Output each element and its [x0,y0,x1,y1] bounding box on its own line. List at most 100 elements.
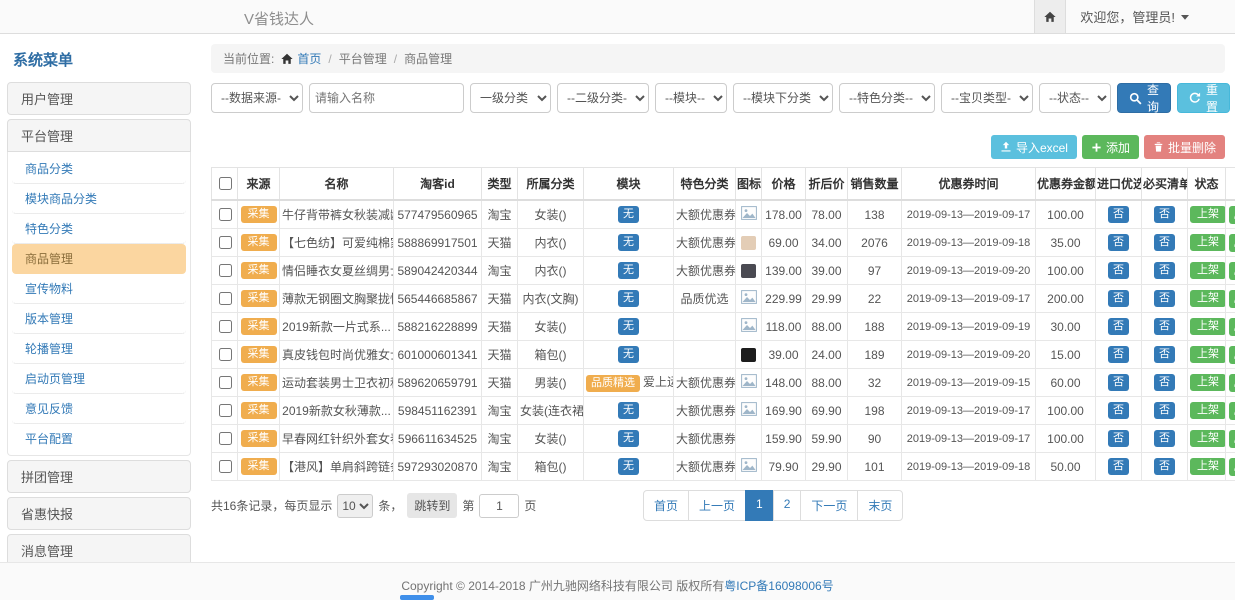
must-buy-toggle-badge[interactable]: 否 [1154,374,1175,391]
first-page-button[interactable]: 首页 [643,490,689,521]
status-badge[interactable]: 上架 [1190,318,1226,335]
must-buy-toggle-badge[interactable]: 否 [1154,262,1175,279]
source-badge: 采集 [241,206,277,223]
import-toggle-badge[interactable]: 否 [1108,234,1129,251]
sidebar-item[interactable]: 特色分类 [12,214,186,244]
must-buy-toggle-badge[interactable]: 否 [1154,234,1175,251]
user-menu[interactable]: 欢迎您，管理员! [1080,7,1189,26]
reset-button[interactable]: 重置 [1177,83,1230,113]
jump-suffix: 页 [524,497,536,514]
import-toggle-badge[interactable]: 否 [1108,374,1129,391]
edit-button[interactable] [1229,262,1235,280]
edit-button[interactable] [1229,206,1235,224]
must-buy-toggle-badge[interactable]: 否 [1154,430,1175,447]
row-checkbox[interactable] [219,376,232,389]
edit-button[interactable] [1229,430,1235,448]
status-badge[interactable]: 上架 [1190,234,1226,251]
must-buy-toggle-badge[interactable]: 否 [1154,402,1175,419]
filter-select[interactable]: 一级分类 [470,83,551,113]
edit-button[interactable] [1229,234,1235,252]
row-checkbox[interactable] [219,404,232,417]
row-checkbox[interactable] [219,432,232,445]
sidebar-item[interactable]: 模块商品分类 [12,184,186,214]
must-buy-toggle-badge[interactable]: 否 [1154,318,1175,335]
sidebar-item[interactable]: 轮播管理 [12,334,186,364]
status-badge[interactable]: 上架 [1190,402,1226,419]
filter-select[interactable]: --二级分类-- [557,83,649,113]
filter-select[interactable]: --状态-- [1039,83,1111,113]
sidebar-group-header[interactable]: 平台管理 [7,119,191,152]
last-page-button[interactable]: 末页 [857,490,903,521]
status-badge[interactable]: 上架 [1190,458,1226,475]
filter-select[interactable]: --宝贝类型-- [941,83,1033,113]
sidebar-item[interactable]: 平台配置 [12,424,186,453]
import-toggle-badge[interactable]: 否 [1108,430,1129,447]
sidebar-item[interactable]: 商品分类 [12,154,186,184]
sidebar-item-active[interactable]: 商品管理 [12,244,186,274]
prev-page-button[interactable]: 上一页 [688,490,746,521]
status-badge[interactable]: 上架 [1190,290,1226,307]
edit-button[interactable] [1229,318,1235,336]
status-badge[interactable]: 上架 [1190,206,1226,223]
sidebar-group-header[interactable]: 省惠快报 [7,497,191,530]
edit-button[interactable] [1229,374,1235,392]
import-toggle-badge[interactable]: 否 [1108,346,1129,363]
jump-button[interactable]: 跳转到 [407,493,457,518]
add-button[interactable]: 添加 [1082,135,1139,159]
row-checkbox[interactable] [219,264,232,277]
name-search-input[interactable] [309,83,464,113]
import-toggle-badge[interactable]: 否 [1108,458,1129,475]
bulk-delete-button[interactable]: 批量删除 [1144,135,1225,159]
must-buy-toggle-badge[interactable]: 否 [1154,458,1175,475]
row-checkbox[interactable] [219,320,232,333]
must-buy-toggle-badge[interactable]: 否 [1154,206,1175,223]
home-button[interactable] [1034,0,1066,33]
edit-button[interactable] [1229,458,1235,476]
row-checkbox[interactable] [219,460,232,473]
sidebar-item[interactable]: 启动页管理 [12,364,186,394]
import-toggle-badge[interactable]: 否 [1108,402,1129,419]
sidebar-item[interactable]: 意见反馈 [12,394,186,424]
edit-button[interactable] [1229,346,1235,364]
breadcrumb-home-link[interactable]: 首页 [281,50,321,67]
filter-select[interactable]: --模块-- [655,83,727,113]
must-buy-cell: 否 [1142,285,1188,313]
edit-button[interactable] [1229,290,1235,308]
import-toggle-badge[interactable]: 否 [1108,262,1129,279]
status-badge[interactable]: 上架 [1190,374,1226,391]
page-number-button[interactable]: 2 [773,490,802,521]
import-toggle-badge[interactable]: 否 [1108,206,1129,223]
import-excel-button[interactable]: 导入excel [991,135,1077,159]
must-buy-toggle-badge[interactable]: 否 [1154,290,1175,307]
ops-cell [1226,341,1235,369]
filter-select[interactable]: --特色分类-- [839,83,935,113]
row-checkbox[interactable] [219,208,232,221]
jump-page-input[interactable] [479,494,519,518]
sidebar-item[interactable]: 宣传物料 [12,274,186,304]
filter-select[interactable]: --数据来源-- [211,83,303,113]
page-size-select[interactable]: 10 [337,494,373,518]
filter-select[interactable]: --模块下分类-- [733,83,833,113]
sidebar-group-header[interactable]: 用户管理 [7,82,191,115]
select-all-checkbox[interactable] [219,177,232,190]
status-badge[interactable]: 上架 [1190,346,1226,363]
next-page-button[interactable]: 下一页 [800,490,858,521]
sidebar-group-header[interactable]: 拼团管理 [7,460,191,493]
edit-button[interactable] [1229,402,1235,420]
must-buy-toggle-badge[interactable]: 否 [1154,346,1175,363]
column-header: 优惠券金额 [1036,168,1096,201]
row-checkbox[interactable] [219,348,232,361]
import-toggle-badge[interactable]: 否 [1108,290,1129,307]
sidebar-item[interactable]: 版本管理 [12,304,186,334]
row-checkbox[interactable] [219,292,232,305]
row-checkbox[interactable] [219,236,232,249]
icp-link[interactable]: 粤ICP备16098006号 [724,577,833,594]
import-toggle-badge[interactable]: 否 [1108,318,1129,335]
scrollbar-thumb[interactable] [400,595,434,600]
price-cell: 39.00 [762,341,806,369]
status-badge[interactable]: 上架 [1190,262,1226,279]
page-number-button[interactable]: 1 [745,490,774,521]
discount-price-cell: 39.00 [806,257,848,285]
status-badge[interactable]: 上架 [1190,430,1226,447]
search-button[interactable]: 查询 [1117,83,1171,113]
